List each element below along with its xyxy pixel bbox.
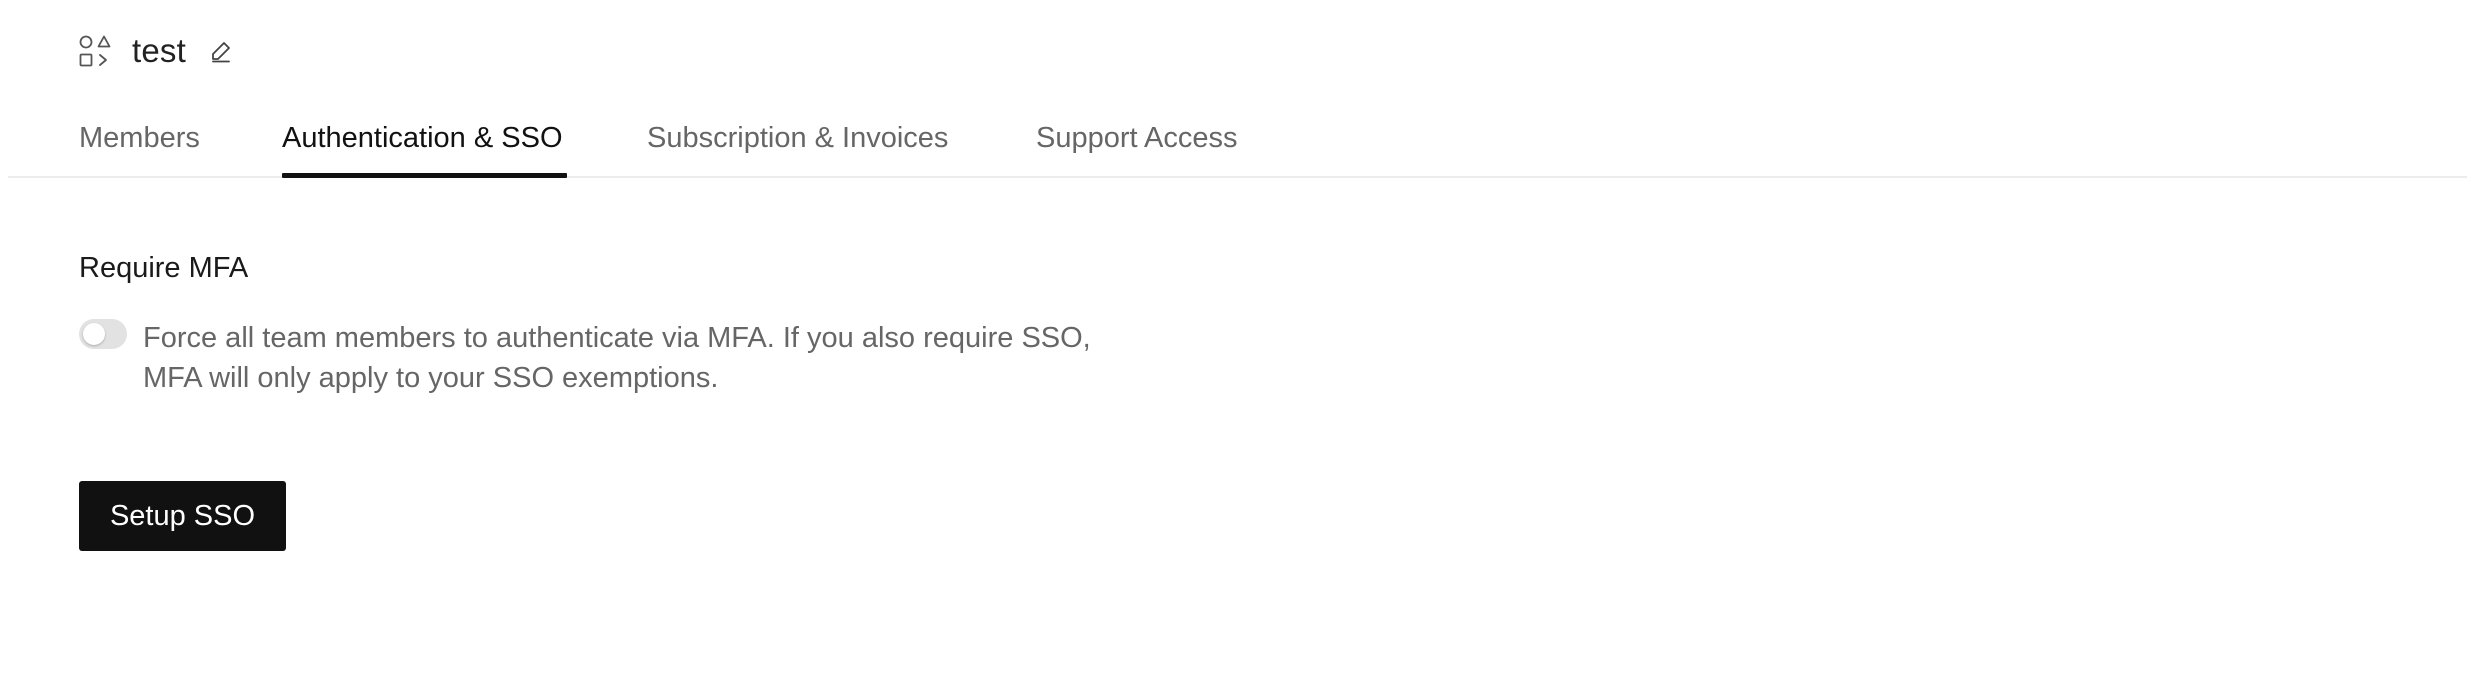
require-mfa-description: Force all team members to authenticate v…	[143, 318, 1223, 398]
toggle-knob	[83, 323, 105, 345]
mfa-description-line-2: MFA will only apply to your SSO exemptio…	[143, 362, 719, 394]
tab-subscription-invoices[interactable]: Subscription & Invoices	[647, 120, 948, 156]
active-tab-indicator	[282, 173, 567, 178]
mfa-description-line-1: Force all team members to authenticate v…	[143, 322, 1091, 354]
require-mfa-toggle[interactable]	[79, 319, 127, 349]
setup-sso-button[interactable]: Setup SSO	[79, 481, 286, 551]
tab-authentication-sso[interactable]: Authentication & SSO	[282, 120, 563, 156]
tab-support-access[interactable]: Support Access	[1036, 120, 1238, 156]
workspace-header: test	[78, 32, 234, 70]
tab-members[interactable]: Members	[79, 120, 200, 156]
pencil-icon[interactable]	[208, 38, 234, 64]
tab-bar: Members Authentication & SSO Subscriptio…	[8, 108, 2467, 178]
shapes-icon	[78, 34, 112, 68]
workspace-title: test	[132, 32, 186, 69]
require-mfa-heading: Require MFA	[79, 252, 249, 284]
